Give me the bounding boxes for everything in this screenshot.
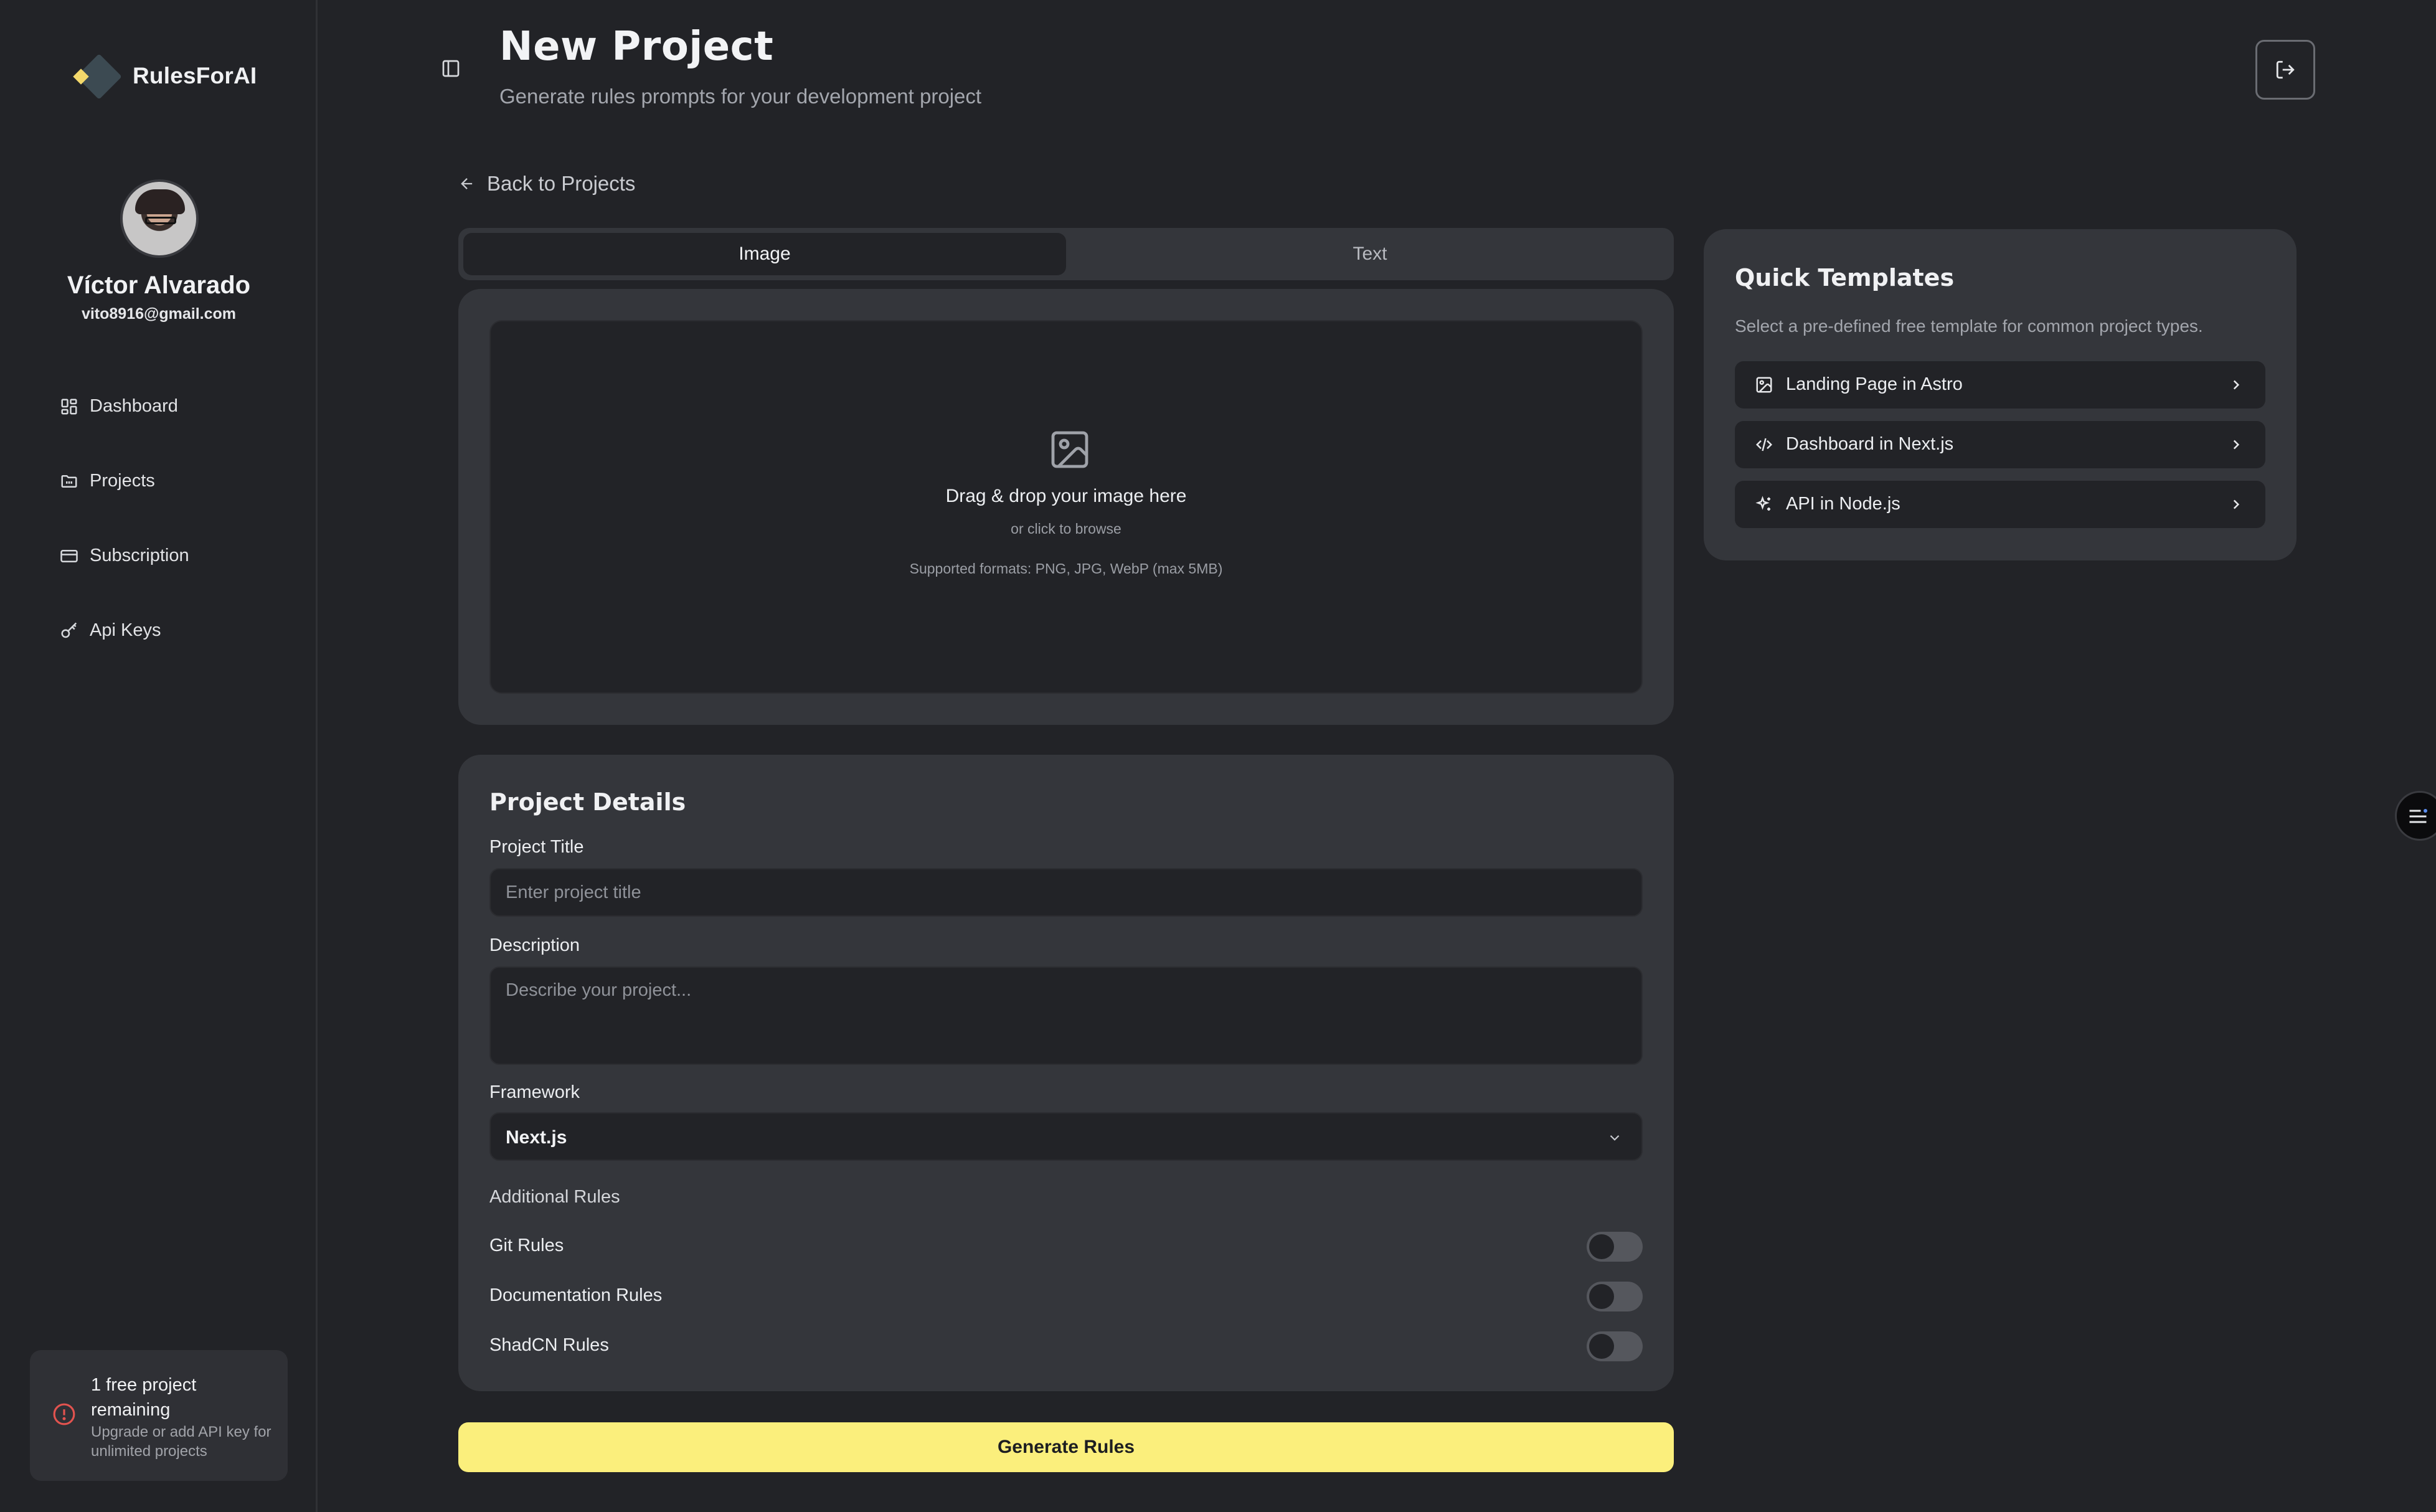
sidebar-item-label: Dashboard: [90, 396, 178, 416]
input-mode-tabs: Image Text: [458, 228, 1674, 280]
arrow-left-icon: [461, 178, 473, 189]
key-icon: [61, 622, 77, 638]
free-projects-notice[interactable]: 1 free project remaining Upgrade or add …: [30, 1350, 288, 1481]
logout-icon: [2276, 60, 2295, 79]
sidebar-item-label: Api Keys: [90, 620, 161, 640]
sidebar-item-label: Subscription: [90, 546, 189, 565]
sidebar: RulesForAI Víctor Alvarado vito8916@gmai…: [0, 0, 318, 1512]
framework-label: Framework: [489, 1082, 580, 1102]
rule-row-shadcn: ShadCN Rules: [489, 1328, 1643, 1363]
credit-card-icon: [60, 549, 78, 562]
dropzone-title: Drag & drop your image here: [945, 486, 1187, 506]
page-subtitle: Generate rules prompts for your developm…: [499, 85, 982, 108]
chevron-down-icon: [1610, 1135, 1620, 1141]
rule-row-git: Git Rules: [489, 1228, 1643, 1263]
chevron-right-icon: [2233, 440, 2240, 450]
dropzone-browse-hint: or click to browse: [1011, 521, 1121, 537]
framework-value: Next.js: [506, 1127, 567, 1148]
folder-icon: [61, 475, 77, 488]
sparkles-icon: [1755, 496, 1770, 511]
section-title: Project Details: [489, 788, 686, 816]
sidebar-item-dashboard[interactable]: Dashboard: [60, 396, 178, 417]
sidebar-item-subscription[interactable]: Subscription: [60, 546, 189, 566]
generate-rules-button[interactable]: Generate Rules: [458, 1422, 1674, 1472]
template-label: Dashboard in Next.js: [1786, 434, 1954, 454]
template-label: API in Node.js: [1786, 494, 1900, 514]
sidebar-item-api-keys[interactable]: Api Keys: [60, 620, 161, 641]
avatar[interactable]: [120, 179, 199, 258]
floating-menu-button[interactable]: [2395, 791, 2436, 841]
project-details-card: Project Details Project Title Descriptio…: [458, 755, 1674, 1391]
documentation-rules-toggle[interactable]: [1587, 1282, 1643, 1311]
menu-icon: [2409, 809, 2427, 823]
quick-templates-card: Quick Templates Select a pre-defined fre…: [1704, 229, 2297, 560]
chevron-right-icon: [2233, 499, 2240, 509]
rule-label: Documentation Rules: [489, 1285, 663, 1305]
dropzone-formats: Supported formats: PNG, JPG, WebP (max 5…: [909, 560, 1223, 577]
dashboard-icon: [61, 399, 77, 414]
sidebar-item-projects[interactable]: Projects: [60, 471, 155, 491]
template-label: Landing Page in Astro: [1786, 374, 1963, 394]
brand[interactable]: RulesForAI: [70, 51, 257, 101]
shadcn-rules-toggle[interactable]: [1587, 1331, 1643, 1361]
brand-name: RulesForAI: [133, 63, 257, 88]
description-textarea[interactable]: [489, 966, 1643, 1065]
user-name: Víctor Alvarado: [67, 272, 251, 299]
rule-row-documentation: Documentation Rules: [489, 1278, 1643, 1313]
framework-select[interactable]: Next.js: [489, 1112, 1643, 1161]
template-dashboard-nextjs[interactable]: Dashboard in Next.js: [1735, 421, 2265, 468]
page-title: New Project: [499, 24, 774, 70]
image-icon: [1051, 431, 1088, 468]
code-icon: [1755, 438, 1773, 451]
tab-image[interactable]: Image: [463, 233, 1066, 275]
template-api-nodejs[interactable]: API in Node.js: [1735, 481, 2265, 528]
free-notice-title: 1 free project remaining: [91, 1375, 197, 1420]
additional-rules-label: Additional Rules: [489, 1187, 620, 1207]
rule-label: ShadCN Rules: [489, 1335, 609, 1355]
user-email: vito8916@gmail.com: [81, 305, 237, 323]
rule-label: Git Rules: [489, 1236, 564, 1255]
description-label: Description: [489, 935, 580, 955]
back-link-label: Back to Projects: [487, 172, 636, 195]
brand-logo-icon: [70, 51, 122, 101]
image-dropzone[interactable]: Drag & drop your image here or click to …: [489, 320, 1643, 694]
upload-card: Drag & drop your image here or click to …: [458, 289, 1674, 725]
sidebar-toggle-icon[interactable]: [441, 59, 461, 78]
project-title-label: Project Title: [489, 837, 584, 857]
alert-circle-icon: [53, 1403, 75, 1425]
back-to-projects-link[interactable]: Back to Projects: [458, 172, 635, 196]
chevron-right-icon: [2233, 380, 2240, 390]
free-notice-subtitle: Upgrade or add API key for unlimited pro…: [91, 1424, 271, 1460]
tab-text[interactable]: Text: [1071, 233, 1669, 275]
templates-subtitle: Select a pre-defined free template for c…: [1735, 316, 2203, 336]
sidebar-item-label: Projects: [90, 471, 155, 491]
project-title-input[interactable]: [489, 868, 1643, 917]
templates-title: Quick Templates: [1735, 264, 1955, 291]
template-landing-astro[interactable]: Landing Page in Astro: [1735, 361, 2265, 409]
git-rules-toggle[interactable]: [1587, 1232, 1643, 1262]
logout-button[interactable]: [2255, 40, 2315, 100]
image-icon: [1756, 377, 1772, 393]
